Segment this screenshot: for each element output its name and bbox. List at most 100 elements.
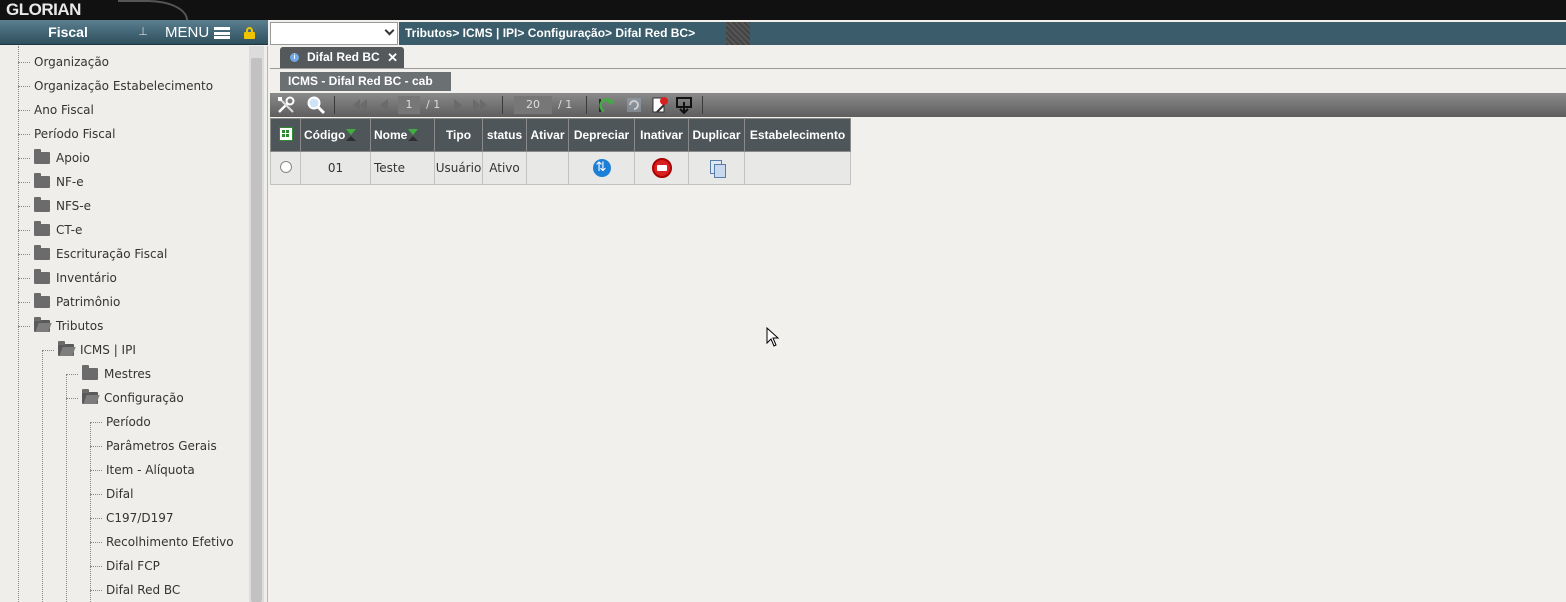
tree-branch-line (18, 134, 30, 135)
sidebar-item-label: Período Fiscal (34, 127, 116, 141)
folder-icon (34, 293, 50, 308)
left-panel-header: Fiscal ⊥ MENU (0, 20, 268, 45)
sidebar-item-label: Escrituração Fiscal (56, 247, 168, 261)
column-header-estabelecimento[interactable]: Estabelecimento (744, 118, 851, 152)
sidebar-item-icms-ipi[interactable]: ICMS | IPI (56, 338, 249, 362)
page-current-field[interactable]: 1 (398, 96, 420, 114)
tree-branch-line (90, 446, 102, 447)
tree-branch-line (42, 350, 54, 351)
info-icon: i (290, 53, 299, 62)
search-icon[interactable] (306, 95, 326, 115)
sidebar-item-item-aliquota[interactable]: Item - Alíquota (104, 458, 249, 482)
cell-estabelecimento[interactable] (744, 151, 851, 185)
download-icon[interactable] (674, 95, 694, 115)
sidebar-item-patrimonio[interactable]: Patrimônio (32, 290, 249, 314)
sidebar-item-c197-d197[interactable]: C197/D197 (104, 506, 249, 530)
sidebar-item-organizacao[interactable]: Organização (32, 50, 249, 74)
pin-icon[interactable]: ⊥ (137, 25, 149, 40)
menu-button[interactable]: MENU (165, 20, 209, 45)
tree-branch-line (18, 62, 30, 63)
lock-icon[interactable] (244, 27, 255, 39)
column-header-duplicar[interactable]: Duplicar (688, 118, 745, 152)
select-all-icon[interactable] (278, 126, 293, 141)
column-header-nome[interactable]: Nome (370, 118, 435, 152)
sidebar-item-difal[interactable]: Difal (104, 482, 249, 506)
sidebar-item-ano-fiscal[interactable]: Ano Fiscal (32, 98, 249, 122)
sidebar-item-configuracao[interactable]: Configuração (80, 386, 249, 410)
cell-duplicar[interactable] (688, 151, 745, 185)
export-icon[interactable] (650, 95, 670, 115)
sidebar-item-difal-fcp[interactable]: Difal FCP (104, 554, 249, 578)
hamburger-icon[interactable] (214, 27, 230, 39)
mouse-cursor-icon (766, 327, 780, 347)
sidebar-item-label: Apoio (56, 151, 90, 165)
table-row[interactable]: 01 Teste Usuário Ativo (270, 151, 851, 185)
sidebar-item-label: Inventário (56, 271, 117, 285)
last-page-icon[interactable] (470, 95, 490, 115)
navigation-select[interactable] (270, 22, 398, 45)
previous-page-icon[interactable] (374, 95, 394, 115)
cell-ativar[interactable] (526, 151, 569, 185)
page-size-field[interactable]: 20 (514, 96, 552, 114)
reload-icon[interactable] (624, 95, 644, 115)
sidebar-item-nf-e[interactable]: NF-e (32, 170, 249, 194)
folder-open-icon (58, 341, 74, 356)
sidebar-item-difal-red-bc[interactable]: Difal Red BC (104, 578, 249, 602)
column-header-status[interactable]: status (482, 118, 527, 152)
row-radio[interactable] (279, 160, 292, 173)
column-header-ativar[interactable]: Ativar (526, 118, 569, 152)
column-header-codigo[interactable]: Código (300, 118, 371, 152)
sidebar-item-ct-e[interactable]: CT-e (32, 218, 249, 242)
sidebar-item-mestres[interactable]: Mestres (80, 362, 249, 386)
tab-label: Difal Red BC (307, 50, 380, 64)
select-all-header[interactable] (270, 118, 301, 152)
folder-icon (34, 149, 50, 164)
inativar-icon[interactable] (651, 158, 672, 178)
column-header-inativar[interactable]: Inativar (634, 118, 689, 152)
sidebar-item-tributos[interactable]: Tributos (32, 314, 249, 338)
sort-icon[interactable] (345, 128, 359, 142)
sidebar-item-label: Tributos (56, 319, 104, 333)
cell-codigo: 01 (300, 151, 371, 185)
column-header-depreciar[interactable]: Depreciar (568, 118, 635, 152)
sidebar-item-label: NFS-e (56, 199, 91, 213)
depreciar-icon[interactable] (592, 159, 611, 177)
toolbar-separator (502, 96, 503, 114)
sidebar-item-periodo[interactable]: Período (104, 410, 249, 434)
refresh-icon[interactable] (596, 95, 616, 115)
sidebar-scrollbar-thumb[interactable] (251, 58, 262, 602)
close-icon[interactable]: ✕ (387, 47, 398, 68)
sidebar-item-parametros-gerais[interactable]: Parâmetros Gerais (104, 434, 249, 458)
sidebar-item-nfs-e[interactable]: NFS-e (32, 194, 249, 218)
column-header-tipo[interactable]: Tipo (434, 118, 483, 152)
tree-branch-line (90, 542, 102, 543)
tab-difal-red-bc[interactable]: i Difal Red BC ✕ (280, 47, 404, 68)
sidebar-tree: Organização Organização Estabelecimento An… (0, 46, 268, 602)
grid-toolbar: 1 / 1 20 / 1 (270, 93, 1566, 117)
tree-branch-line (66, 398, 78, 399)
section-tab-header[interactable]: ICMS - Difal Red BC - cab (280, 72, 451, 91)
folder-open-icon (82, 389, 98, 404)
next-page-icon[interactable] (448, 95, 468, 115)
first-page-icon[interactable] (350, 95, 370, 115)
sidebar-item-label: Difal Red BC (106, 583, 181, 597)
sort-icon[interactable] (407, 128, 421, 142)
chevron-down-icon (384, 25, 395, 36)
tree-branch-line (90, 422, 102, 423)
sidebar-item-organizacao-estabelecimento[interactable]: Organização Estabelecimento (32, 74, 249, 98)
cell-nome: Teste (370, 151, 435, 185)
sidebar-item-inventario[interactable]: Inventário (32, 266, 249, 290)
folder-icon (34, 197, 50, 212)
cell-inativar[interactable] (634, 151, 689, 185)
cell-status: Ativo (482, 151, 527, 185)
duplicar-icon[interactable] (709, 160, 726, 178)
sidebar-item-escrituracao-fiscal[interactable]: Escrituração Fiscal (32, 242, 249, 266)
row-select-cell[interactable] (270, 151, 301, 185)
sidebar-item-recolhimento-efetivo[interactable]: Recolhimento Efetivo (104, 530, 249, 554)
tree-branch-line (18, 278, 30, 279)
sidebar-item-periodo-fiscal[interactable]: Período Fiscal (32, 122, 249, 146)
tree-branch-line (90, 494, 102, 495)
tools-icon[interactable] (276, 95, 296, 115)
cell-depreciar[interactable] (568, 151, 635, 185)
sidebar-item-apoio[interactable]: Apoio (32, 146, 249, 170)
